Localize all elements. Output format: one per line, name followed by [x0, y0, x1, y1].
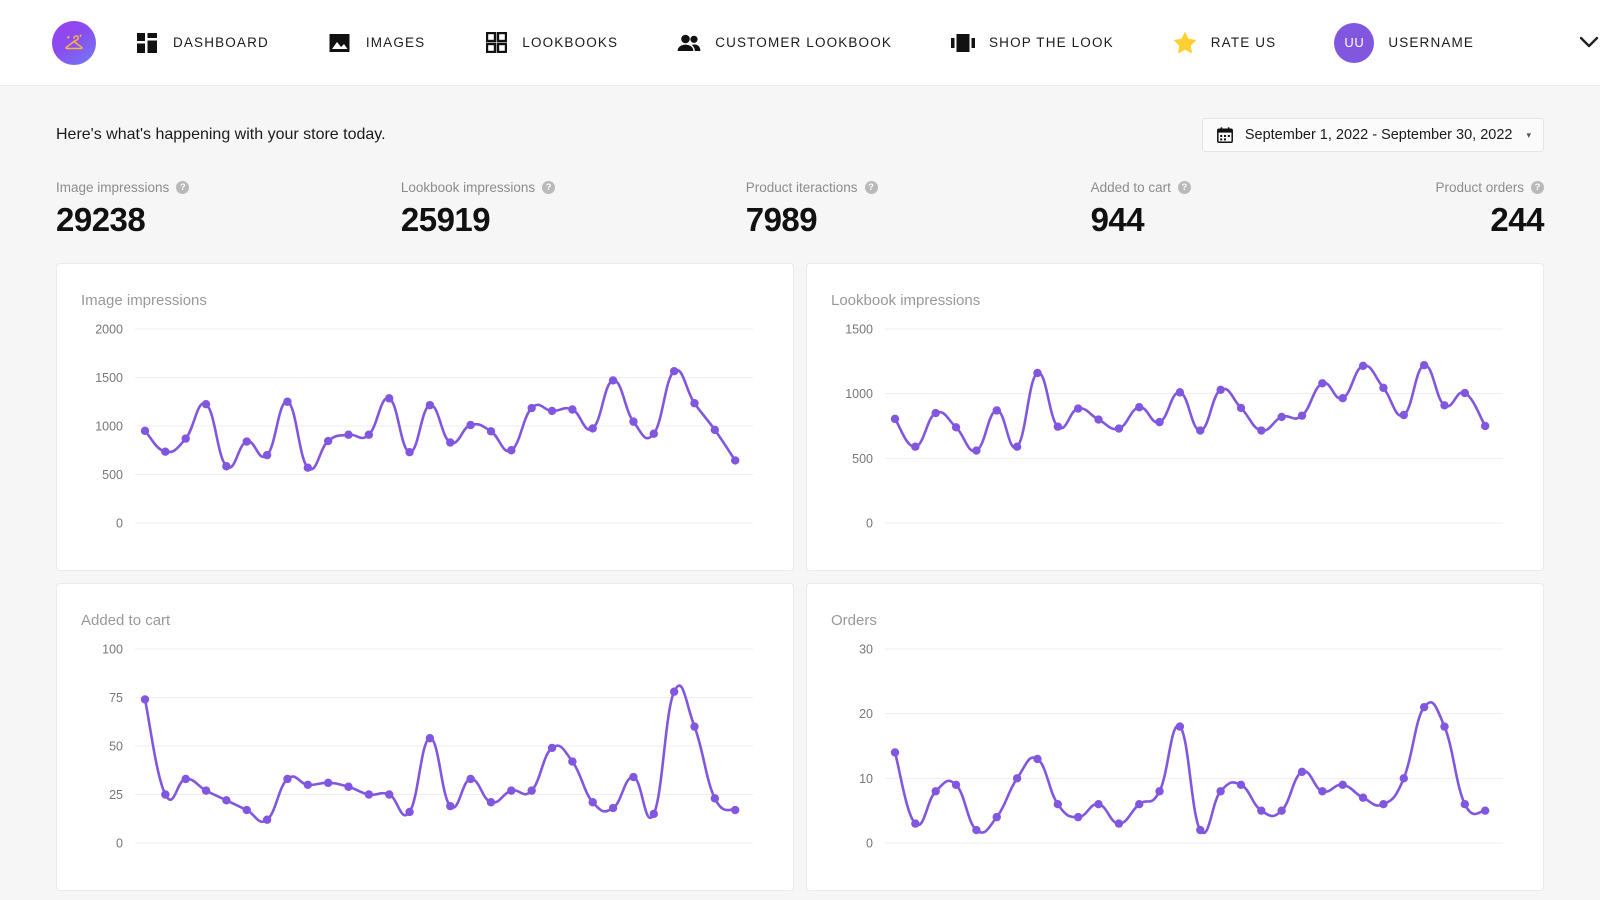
help-icon[interactable]: ?: [865, 181, 878, 194]
svg-text:500: 500: [102, 468, 123, 482]
svg-text:0: 0: [866, 837, 873, 851]
chevron-down-icon[interactable]: ▾: [1526, 131, 1531, 140]
chart-title: Image impressions: [81, 292, 769, 309]
kpi-value: 244: [1435, 201, 1544, 239]
svg-text:500: 500: [852, 452, 873, 466]
star-icon: [1172, 30, 1198, 56]
chart-card-image-impressions: Image impressions 0 500 1000 1500 2000: [56, 263, 794, 571]
nav-item-shop-the-look[interactable]: SHOP THE LOOK: [950, 30, 1114, 56]
kpi-label-text: Product iteractions: [746, 180, 858, 195]
nav-label: CUSTOMER LOOKBOOK: [715, 35, 892, 50]
kpi-label: Added to cart ?: [1091, 180, 1436, 195]
svg-text:1000: 1000: [845, 387, 873, 401]
svg-text:0: 0: [116, 837, 123, 851]
carousel-icon: [950, 30, 976, 56]
kpi-added-to-cart: Added to cart ? 944: [1091, 180, 1436, 239]
help-icon[interactable]: ?: [542, 181, 555, 194]
chart-title: Added to cart: [81, 612, 769, 629]
chart-lookbook-impressions: 0 500 1000 1500: [831, 319, 1519, 551]
chart-title: Lookbook impressions: [831, 292, 1519, 309]
date-range-picker[interactable]: September 1, 2022 - September 30, 2022 ▾: [1202, 118, 1544, 152]
kpi-label: Product orders ?: [1435, 180, 1544, 195]
grid-squares-icon: [483, 30, 509, 56]
kpi-image-impressions: Image impressions ? 29238: [56, 180, 401, 239]
page-content: Here's what's happening with your store …: [0, 86, 1600, 891]
svg-text:25: 25: [109, 788, 123, 802]
nav-item-rate-us[interactable]: RATE US: [1172, 30, 1277, 56]
dashboard-grid-icon: [134, 30, 160, 56]
kpi-value: 7989: [746, 201, 1091, 239]
nav-label: IMAGES: [366, 35, 425, 50]
kpi-label-text: Image impressions: [56, 180, 169, 195]
nav-item-lookbooks[interactable]: LOOKBOOKS: [483, 30, 618, 56]
chart-added-to-cart: 0 25 50 75 100: [81, 639, 769, 871]
image-icon: [327, 30, 353, 56]
username-label: USERNAME: [1388, 35, 1474, 50]
kpi-label-text: Added to cart: [1091, 180, 1171, 195]
kpi-product-iteractions: Product iteractions ? 7989: [746, 180, 1091, 239]
svg-text:30: 30: [859, 643, 873, 657]
page-greeting: Here's what's happening with your store …: [56, 126, 386, 144]
nav-label: RATE US: [1211, 35, 1277, 50]
svg-text:50: 50: [109, 740, 123, 754]
nav-label: LOOKBOOKS: [522, 35, 618, 50]
kpi-value: 25919: [401, 201, 746, 239]
date-range-value: September 1, 2022 - September 30, 2022: [1245, 127, 1513, 143]
kpi-label: Lookbook impressions ?: [401, 180, 746, 195]
chart-card-orders: Orders 0 10 20 30: [806, 583, 1544, 891]
kpi-product-orders: Product orders ? 244: [1435, 180, 1544, 239]
chart-image-impressions: 0 500 1000 1500 2000: [81, 319, 769, 551]
svg-text:0: 0: [116, 517, 123, 531]
svg-text:75: 75: [109, 691, 123, 705]
chart-orders: 0 10 20 30: [831, 639, 1519, 871]
nav-item-dashboard[interactable]: DASHBOARD: [134, 30, 269, 56]
kpi-label: Product iteractions ?: [746, 180, 1091, 195]
kpi-lookbook-impressions: Lookbook impressions ? 25919: [401, 180, 746, 239]
svg-text:20: 20: [859, 707, 873, 721]
nav-item-customer-lookbook[interactable]: CUSTOMER LOOKBOOK: [676, 30, 892, 56]
chart-card-added-to-cart: Added to cart 0 25 50 75 100: [56, 583, 794, 891]
hanger-sparkle-logo[interactable]: [52, 21, 96, 65]
avatar: UU: [1334, 23, 1374, 63]
nav-item-images[interactable]: IMAGES: [327, 30, 425, 56]
svg-text:1000: 1000: [95, 420, 123, 434]
help-icon[interactable]: ?: [1178, 181, 1191, 194]
top-navigation-bar: DASHBOARD IMAGES LOOKBOOKS: [0, 0, 1600, 86]
primary-nav-items: DASHBOARD IMAGES LOOKBOOKS: [134, 30, 1334, 56]
chart-card-lookbook-impressions: Lookbook impressions 0 500 1000 1500: [806, 263, 1544, 571]
people-icon: [676, 30, 702, 56]
svg-text:0: 0: [866, 517, 873, 531]
header-row: Here's what's happening with your store …: [56, 86, 1544, 152]
kpi-value: 944: [1091, 201, 1436, 239]
help-icon[interactable]: ?: [176, 181, 189, 194]
kpi-label-text: Product orders: [1435, 180, 1524, 195]
svg-text:100: 100: [102, 643, 123, 657]
chevron-down-icon[interactable]: [1579, 36, 1599, 49]
kpi-strip: Image impressions ? 29238 Lookbook impre…: [56, 180, 1544, 239]
svg-text:1500: 1500: [845, 323, 873, 337]
nav-label: DASHBOARD: [173, 35, 269, 50]
help-icon[interactable]: ?: [1531, 181, 1544, 194]
svg-text:1500: 1500: [95, 371, 123, 385]
svg-text:10: 10: [859, 772, 873, 786]
kpi-label-text: Lookbook impressions: [401, 180, 535, 195]
user-menu[interactable]: UU USERNAME: [1334, 23, 1599, 63]
chart-grid: Image impressions 0500100015002000 Lookb…: [56, 263, 1544, 891]
svg-text:2000: 2000: [95, 323, 123, 337]
kpi-value: 29238: [56, 201, 401, 239]
kpi-label: Image impressions ?: [56, 180, 401, 195]
chart-title: Orders: [831, 612, 1519, 629]
nav-label: SHOP THE LOOK: [989, 35, 1114, 50]
calendar-icon: [1217, 127, 1233, 143]
